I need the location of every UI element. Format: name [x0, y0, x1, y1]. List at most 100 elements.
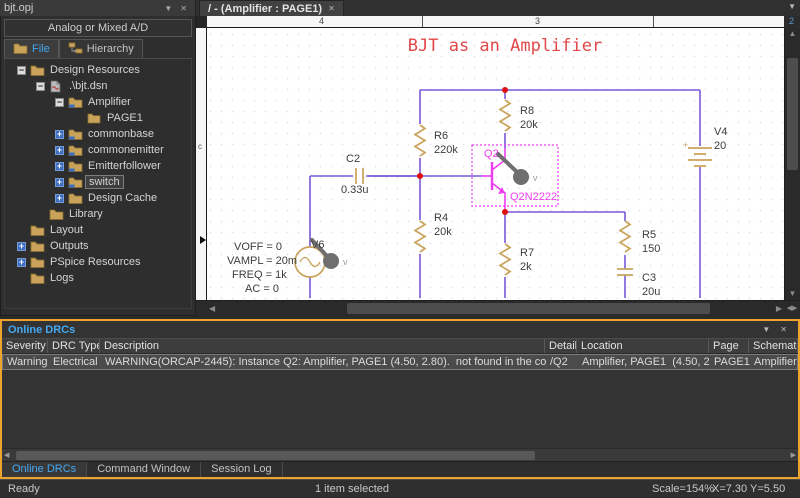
scroll-left-icon[interactable]: ◀: [209, 301, 215, 317]
ruler-position-marker: [200, 236, 206, 244]
drc-cell: Warning: [3, 355, 49, 369]
drc-scrollbar[interactable]: ◀ ▶: [2, 448, 798, 461]
drc-close-icon[interactable]: ✕: [775, 325, 792, 334]
r8-ref: R8: [520, 105, 534, 117]
panel-tab-hierarchy[interactable]: Hierarchy: [59, 39, 143, 58]
collapse-icon[interactable]: −: [17, 66, 26, 75]
drc-col-page[interactable]: Page: [709, 339, 749, 353]
drc-col-severity[interactable]: Severity: [2, 339, 48, 353]
bottom-tab-command-window[interactable]: Command Window: [87, 462, 201, 477]
ruler-number: 3: [535, 16, 540, 26]
tree-item-switch[interactable]: +switch: [5, 174, 191, 190]
tree-item-pspice-resources[interactable]: + PSpice Resources: [5, 254, 191, 270]
tabstrip-menu-icon[interactable]: ▼: [788, 2, 796, 11]
drc-panel-header: Online DRCs ▼ ✕: [2, 321, 798, 338]
tree-item-label: commonbase: [88, 128, 154, 140]
v6-vampl: VAMPL = 20m: [227, 255, 297, 267]
tree-item-amplifier[interactable]: −Amplifier: [5, 94, 191, 110]
scroll-up-icon[interactable]: ▲: [789, 28, 797, 40]
schfolder-icon: [68, 176, 84, 188]
tree-item-outputs[interactable]: +Outputs: [5, 238, 191, 254]
c2-ref: C2: [346, 153, 360, 165]
scroll-right-icon[interactable]: ▶: [776, 301, 782, 317]
project-window-titlebar[interactable]: bjt.opj ▼ ✕: [0, 0, 196, 16]
collapse-icon[interactable]: −: [55, 98, 64, 107]
tab-amplifier-page1[interactable]: / - (Amplifier : PAGE1) ✕: [199, 0, 344, 16]
expand-icon[interactable]: +: [55, 130, 64, 139]
tree-item-page1[interactable]: PAGE1: [5, 110, 191, 126]
drc-col-location[interactable]: Location: [577, 339, 709, 353]
project-minimize-icon[interactable]: ▼: [160, 4, 176, 13]
doc-tab-close-icon[interactable]: ✕: [328, 4, 335, 13]
tree-item-label: PSpice Resources: [50, 256, 141, 268]
schfolder-icon: [68, 128, 84, 140]
drc-collapse-icon[interactable]: ▼: [757, 325, 775, 334]
hierarchy-icon: [68, 42, 83, 57]
tree-item-logs[interactable]: Logs: [5, 270, 191, 286]
expand-icon[interactable]: +: [55, 162, 64, 171]
bottom-tab-session-log[interactable]: Session Log: [201, 462, 283, 477]
bottom-tab-online-drcs[interactable]: Online DRCs: [2, 462, 87, 477]
c2-val: 0.33u: [341, 184, 369, 196]
tree-item-design-cache[interactable]: +Design Cache: [5, 190, 191, 206]
drc-scroll-left-icon[interactable]: ◀: [4, 449, 9, 462]
tree-item-label: Layout: [50, 224, 83, 236]
document-tabstrip: / - (Amplifier : PAGE1) ✕ ▼: [196, 0, 800, 16]
expand-icon[interactable]: +: [55, 194, 64, 203]
drc-col-description[interactable]: Description: [100, 339, 545, 353]
expand-icon[interactable]: +: [17, 242, 26, 251]
drc-scroll-thumb[interactable]: [16, 451, 535, 460]
folder-icon: [68, 192, 84, 204]
drc-bottom-tabs: Online DRCsCommand WindowSession Log: [2, 461, 798, 477]
v6-freq: FREQ = 1k: [232, 269, 287, 281]
tree-item-commonemitter[interactable]: +commonemitter: [5, 142, 191, 158]
tree-item-library[interactable]: Library: [5, 206, 191, 222]
drc-table-header[interactable]: SeverityDRC TypeDescriptionDetailLocatio…: [2, 338, 798, 354]
tree-item-label: Emitterfollower: [88, 160, 161, 172]
drc-col-detail[interactable]: Detail: [545, 339, 577, 353]
drc-col-schematic[interactable]: Schematic: [749, 339, 798, 353]
scroll-down-icon[interactable]: ▼: [789, 288, 797, 300]
hscroll-thumb[interactable]: [347, 303, 710, 314]
panel-tab-file[interactable]: File: [4, 39, 59, 58]
orcad-capture-window: bjt.opj ▼ ✕ / - (Amplifier : PAGE1) ✕ ▼ …: [0, 0, 800, 498]
horizontal-scrollbar[interactable]: ◀ ▶: [207, 301, 784, 316]
expand-icon[interactable]: +: [55, 178, 64, 187]
pan-corner-icons[interactable]: ◀▶: [784, 301, 800, 316]
drc-scroll-right-icon[interactable]: ▶: [791, 449, 796, 462]
r5-ref: R5: [642, 229, 656, 241]
tree-item-design-resources[interactable]: −Design Resources: [5, 62, 191, 78]
r7-val: 2k: [520, 261, 532, 273]
drc-warning-row[interactable]: WarningElectricalWARNING(ORCAP-2445): In…: [2, 354, 798, 370]
expand-icon[interactable]: +: [17, 258, 26, 267]
tree-item-layout[interactable]: Layout: [5, 222, 191, 238]
project-window-title: bjt.opj: [4, 2, 160, 14]
tree-item--bjt-dsn[interactable]: −.\bjt.dsn: [5, 78, 191, 94]
schematic-page[interactable]: BJT as an AmplifierR6220kR820kC20.33uR42…: [207, 28, 784, 300]
folder-icon: [30, 272, 46, 284]
drc-col-drc-type[interactable]: DRC Type: [48, 339, 100, 353]
schematic-editor: 432 c: [196, 16, 800, 316]
vscroll-thumb[interactable]: [787, 58, 798, 170]
tree-item-label: Logs: [50, 272, 74, 284]
drc-cell: WARNING(ORCAP-2445): Instance Q2: Amplif…: [101, 355, 546, 369]
tree-item-commonbase[interactable]: + commonbase: [5, 126, 191, 142]
drc-cell: Amplifier, PAGE1 (4.50, 2.80): [578, 355, 710, 369]
v6-ac: AC = 0: [245, 283, 279, 295]
tree-item-emitterfollower[interactable]: + Emitterfollower: [5, 158, 191, 174]
r4-val: 20k: [434, 226, 452, 238]
drc-panel-title: Online DRCs: [8, 324, 757, 336]
vertical-scrollbar[interactable]: ▲ ▼: [784, 28, 800, 300]
online-drcs-panel: Online DRCs ▼ ✕ SeverityDRC TypeDescript…: [0, 319, 800, 479]
drc-cell: Electrical: [49, 355, 101, 369]
project-close-icon[interactable]: ✕: [176, 4, 191, 13]
schfolder-icon: [68, 160, 84, 172]
expand-icon[interactable]: +: [55, 146, 64, 155]
collapse-icon[interactable]: −: [36, 82, 45, 91]
r8-val: 20k: [520, 119, 538, 131]
probe1-label: v: [533, 173, 538, 183]
project-tree: −Design Resources−.\bjt.dsn−AmplifierPAG…: [4, 59, 192, 309]
v4-plus: +: [683, 140, 688, 150]
top-bar: bjt.opj ▼ ✕ / - (Amplifier : PAGE1) ✕ ▼: [0, 0, 800, 16]
c3-ref: C3: [642, 272, 656, 284]
